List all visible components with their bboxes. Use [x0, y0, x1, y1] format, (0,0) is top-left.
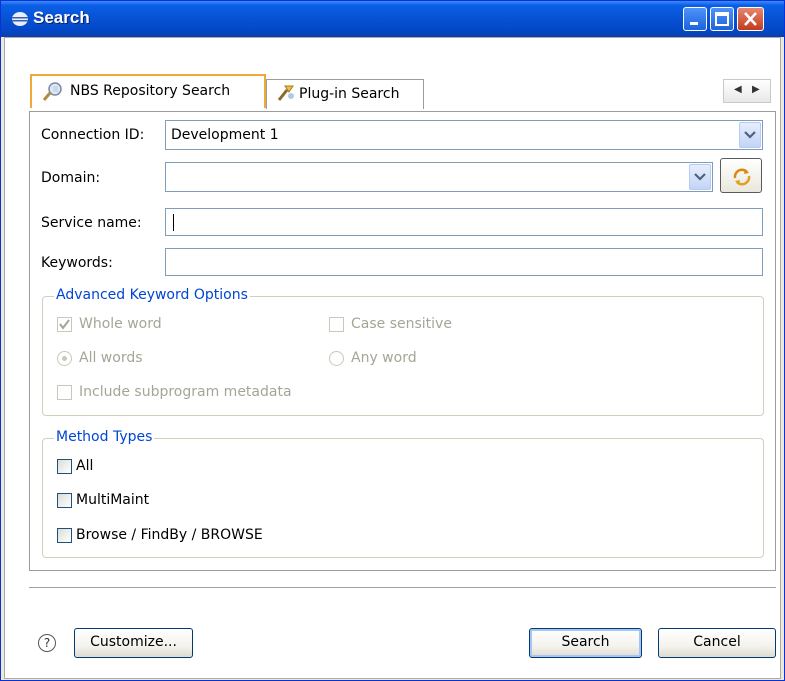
radio-dot — [62, 356, 67, 361]
service-name-label: Service name: — [41, 215, 142, 231]
repository-search-icon — [42, 80, 64, 106]
keywords-input[interactable] — [165, 248, 763, 276]
all-words-label: All words — [79, 350, 143, 366]
search-dialog: Search NBS Repository Search Plug-in Sea… — [0, 0, 785, 681]
connection-id-label: Connection ID: — [41, 127, 145, 143]
minimize-icon — [690, 22, 698, 25]
method-type-browse-label: Browse / FindBy / BROWSE — [76, 527, 263, 543]
include-subprogram-checkbox[interactable] — [57, 385, 72, 400]
cancel-button[interactable]: Cancel — [658, 628, 776, 658]
maximize-button[interactable] — [710, 7, 734, 31]
footer-separator — [29, 587, 776, 589]
include-subprogram-label: Include subprogram metadata — [79, 384, 292, 400]
service-name-input[interactable] — [165, 208, 763, 236]
window-title: Search — [33, 8, 90, 27]
text-caret — [173, 214, 174, 231]
maximize-icon — [715, 12, 729, 26]
advanced-keyword-options-legend: Advanced Keyword Options — [54, 287, 250, 303]
domain-dropdown-button[interactable] — [689, 164, 711, 190]
method-type-all-label: All — [76, 458, 94, 474]
chevron-down-icon — [744, 131, 756, 139]
any-word-radio[interactable] — [329, 351, 344, 366]
tab-strip: NBS Repository Search Plug-in Search ◀ ▶ — [24, 71, 776, 111]
scroll-left-icon[interactable]: ◀ — [734, 84, 742, 95]
method-types-legend: Method Types — [54, 429, 155, 445]
domain-combo[interactable] — [165, 162, 713, 192]
eclipse-icon — [11, 11, 29, 27]
whole-word-checkbox[interactable] — [57, 317, 72, 332]
any-word-label: Any word — [351, 350, 417, 366]
close-button[interactable] — [737, 7, 764, 31]
tab-label: NBS Repository Search — [70, 83, 231, 99]
tab-plugin-search[interactable]: Plug-in Search — [266, 79, 424, 109]
search-button[interactable]: Search — [529, 628, 642, 658]
domain-label: Domain: — [41, 170, 101, 186]
connection-id-value: Development 1 — [171, 127, 279, 143]
plugin-search-icon — [275, 82, 297, 108]
checkmark-icon — [59, 319, 70, 330]
connection-id-combo[interactable]: Development 1 — [165, 120, 763, 150]
chevron-down-icon — [694, 173, 706, 181]
refresh-domains-button[interactable] — [720, 158, 762, 193]
all-words-radio[interactable] — [57, 351, 72, 366]
method-type-browse-checkbox[interactable] — [57, 528, 72, 543]
customize-button[interactable]: Customize... — [74, 628, 193, 658]
method-type-multimaint-label: MultiMaint — [76, 492, 150, 508]
minimize-button[interactable] — [683, 7, 707, 31]
method-type-multimaint-checkbox[interactable] — [57, 493, 72, 508]
method-type-all-checkbox[interactable] — [57, 459, 72, 474]
tab-scroll-arrows[interactable]: ◀ ▶ — [723, 79, 771, 103]
case-sensitive-label: Case sensitive — [351, 316, 452, 332]
keywords-label: Keywords: — [41, 255, 113, 271]
help-icon[interactable]: ? — [38, 634, 56, 652]
refresh-icon — [733, 168, 751, 186]
close-icon — [744, 12, 757, 26]
title-bar[interactable]: Search — [1, 1, 784, 37]
tab-label: Plug-in Search — [299, 86, 400, 102]
tab-nbs-repository-search[interactable]: NBS Repository Search — [30, 74, 266, 108]
whole-word-label: Whole word — [79, 316, 162, 332]
case-sensitive-checkbox[interactable] — [329, 317, 344, 332]
scroll-right-icon[interactable]: ▶ — [752, 84, 760, 95]
connection-dropdown-button[interactable] — [739, 122, 761, 148]
